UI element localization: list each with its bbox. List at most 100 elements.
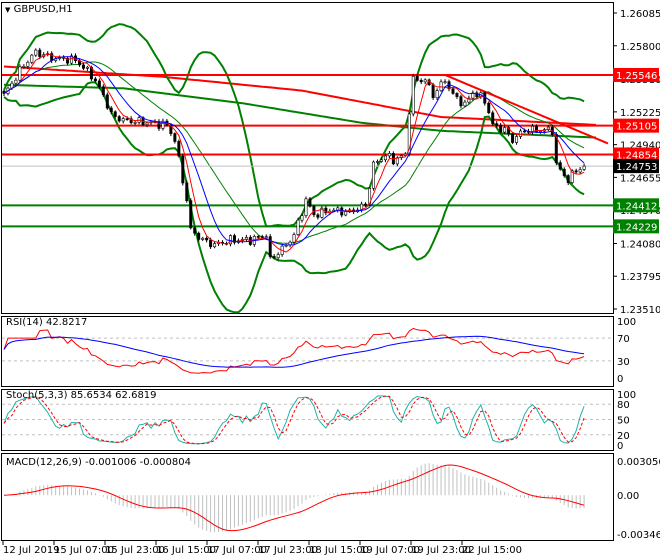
candle [85, 66, 89, 69]
candle [177, 141, 181, 157]
candle [499, 125, 503, 133]
candle [133, 122, 137, 124]
rsi-tick-label: 70 [617, 334, 630, 345]
candle [495, 123, 499, 126]
candle [113, 111, 117, 117]
candle [185, 182, 189, 201]
candle [515, 136, 519, 143]
price-tick-label: 1.24655 [620, 173, 660, 184]
candle [189, 200, 193, 229]
level-price-text: 1.24229 [616, 222, 657, 233]
candle [109, 107, 113, 113]
level-price-text: 1.25105 [616, 122, 657, 133]
candle [205, 237, 209, 241]
macd-tick-label: -0.003465 [617, 530, 660, 541]
candle [264, 236, 268, 238]
candle [372, 161, 376, 189]
rsi-label: RSI(14) 42.8217 [6, 317, 88, 328]
candle [503, 127, 507, 133]
rsi-tick-label: 100 [617, 317, 636, 328]
candle [101, 86, 105, 96]
candle [157, 121, 161, 129]
candle [26, 61, 30, 67]
candle [451, 88, 455, 94]
rsi-tick-label: 0 [617, 374, 623, 385]
candle [81, 64, 85, 69]
candle [379, 159, 383, 162]
candle [435, 90, 439, 98]
stoch-tick-label: 50 [617, 416, 630, 427]
candle [34, 49, 38, 56]
price-tick-label: 1.23510 [620, 305, 660, 316]
symbol-label: ▼ GBPUSD,H1 [5, 4, 73, 15]
current-price-text: 1.24753 [616, 162, 657, 173]
candle [256, 236, 260, 238]
candle [558, 162, 562, 170]
price-tick-label: 1.25800 [620, 42, 660, 53]
candle [443, 81, 447, 83]
candle [423, 79, 427, 83]
level-price-text: 1.25546 [616, 71, 657, 82]
candle [121, 118, 125, 122]
candle [22, 66, 26, 68]
candle [582, 165, 586, 170]
candle [574, 170, 578, 173]
candle [145, 122, 149, 125]
candle [304, 198, 308, 216]
candle [173, 133, 177, 142]
panel-main [1, 2, 614, 314]
candle [193, 227, 197, 234]
candle [439, 81, 443, 91]
panel-rsi [1, 316, 614, 387]
candle [316, 214, 320, 218]
stoch-label: Stoch(5,3,3) 85.6534 62.6819 [6, 390, 157, 401]
candle [487, 102, 491, 114]
candle [201, 237, 205, 240]
candle [300, 215, 304, 221]
candle [93, 78, 97, 82]
macd-label: MACD(12,26,9) -0.001006 -0.000804 [6, 457, 191, 468]
candle [383, 155, 387, 161]
candle [463, 101, 467, 107]
candle [260, 236, 264, 238]
stoch-tick-label: 0 [617, 441, 623, 452]
candle [213, 243, 217, 248]
candle [566, 175, 570, 183]
candle [197, 232, 201, 240]
candle [523, 130, 526, 133]
macd-tick-label: 0.00 [617, 491, 639, 502]
candle [276, 254, 280, 259]
candle [18, 66, 22, 81]
rsi-tick-label: 30 [617, 357, 630, 368]
dropdown-triangle-icon[interactable]: ▼ [5, 6, 10, 14]
candle [272, 256, 276, 259]
chart-canvas[interactable]: 1.260851.258001.255101.252251.249401.246… [0, 0, 660, 560]
candle [578, 169, 582, 173]
candle [268, 236, 272, 257]
price-tick-label: 1.23795 [620, 272, 660, 283]
candle [38, 49, 42, 57]
candle [519, 130, 523, 137]
stoch-tick-label: 80 [617, 400, 630, 411]
candle [181, 155, 185, 184]
candle [491, 112, 495, 124]
candle [459, 96, 463, 107]
level-price-text: 1.24412 [616, 201, 657, 212]
candle [117, 116, 121, 122]
candle [387, 153, 391, 157]
candle [455, 93, 459, 97]
candle [14, 79, 18, 84]
candle [30, 54, 34, 63]
candle [415, 76, 419, 81]
candle [125, 118, 129, 120]
price-tick-label: 1.26085 [620, 9, 660, 20]
candle [308, 198, 312, 207]
price-tick-label: 1.24080 [620, 239, 660, 250]
macd-tick-label: 0.003056 [617, 457, 660, 468]
candle [431, 84, 435, 98]
price-tick-label: 1.25225 [620, 108, 660, 119]
candle [209, 239, 213, 248]
time-tick-label: 12 Jul 2019 [3, 545, 60, 556]
candle [97, 80, 101, 88]
candle [376, 161, 379, 163]
